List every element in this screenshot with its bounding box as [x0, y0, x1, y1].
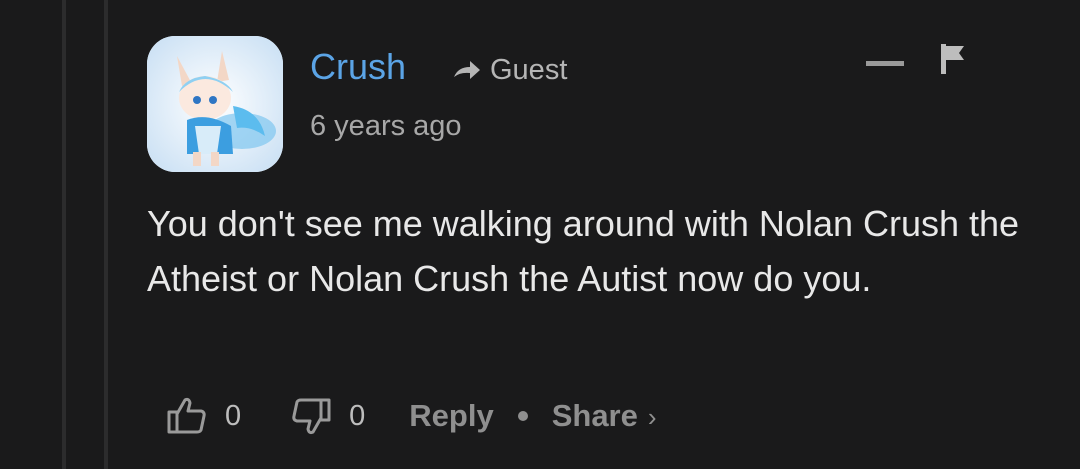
- thumbs-up-icon[interactable]: [165, 394, 209, 438]
- thread-line: [104, 0, 108, 469]
- comment-actions: 0 0 Reply Share ›: [165, 392, 657, 440]
- flag-icon[interactable]: [938, 42, 968, 76]
- reply-button[interactable]: Reply: [409, 398, 493, 434]
- avatar[interactable]: [147, 36, 283, 172]
- share-button[interactable]: Share ›: [552, 398, 657, 434]
- minus-icon[interactable]: [866, 56, 904, 70]
- upvote-count: 0: [225, 399, 242, 432]
- chevron-right-icon: ›: [647, 402, 657, 432]
- reply-arrow-icon: [454, 60, 480, 79]
- comment-timestamp: 6 years ago: [310, 110, 462, 142]
- thread-line: [62, 0, 66, 469]
- downvote-count: 0: [349, 399, 366, 432]
- guest-label: Guest: [490, 54, 568, 86]
- share-label: Share: [551, 398, 638, 433]
- guest-badge: Guest: [452, 54, 567, 87]
- author-name[interactable]: Crush: [310, 46, 406, 88]
- comment-body: You don't see me walking around with Nol…: [147, 203, 1020, 299]
- thumbs-down-icon[interactable]: [289, 394, 333, 438]
- separator-dot: [517, 411, 528, 421]
